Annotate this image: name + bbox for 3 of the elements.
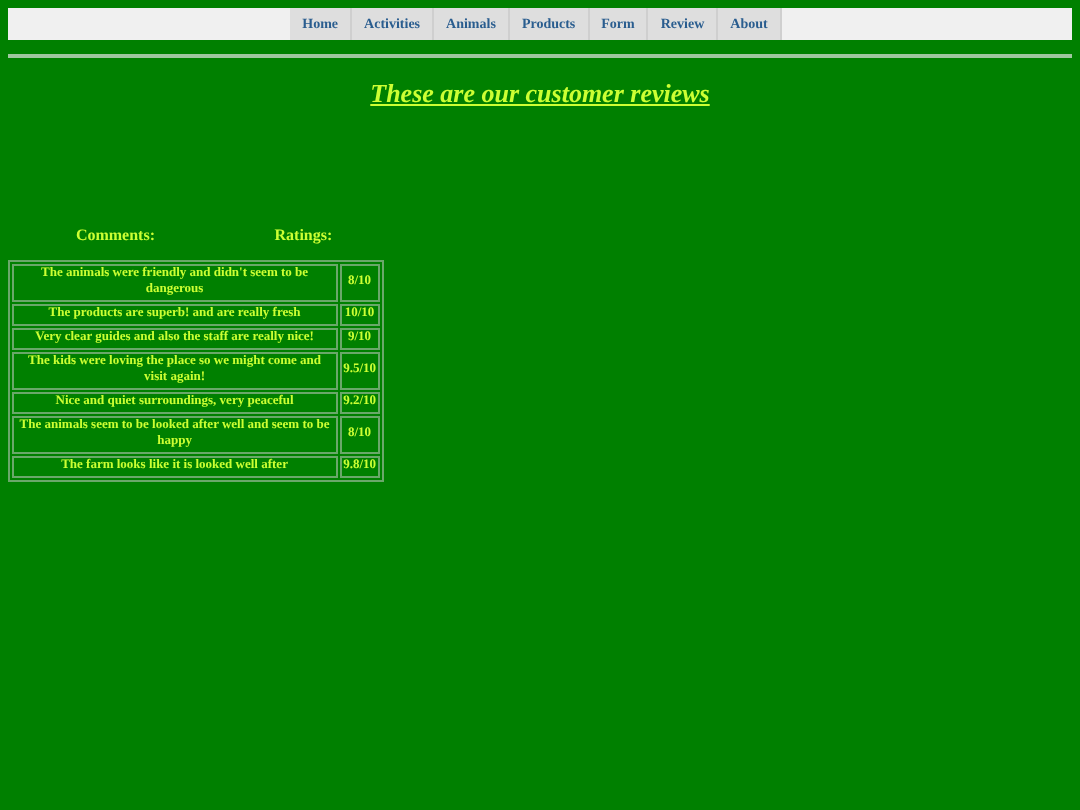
column-heading: Comments: [73, 223, 157, 247]
column-heading: Ratings: [272, 223, 335, 247]
page-title: These are our customer reviews [368, 76, 712, 112]
